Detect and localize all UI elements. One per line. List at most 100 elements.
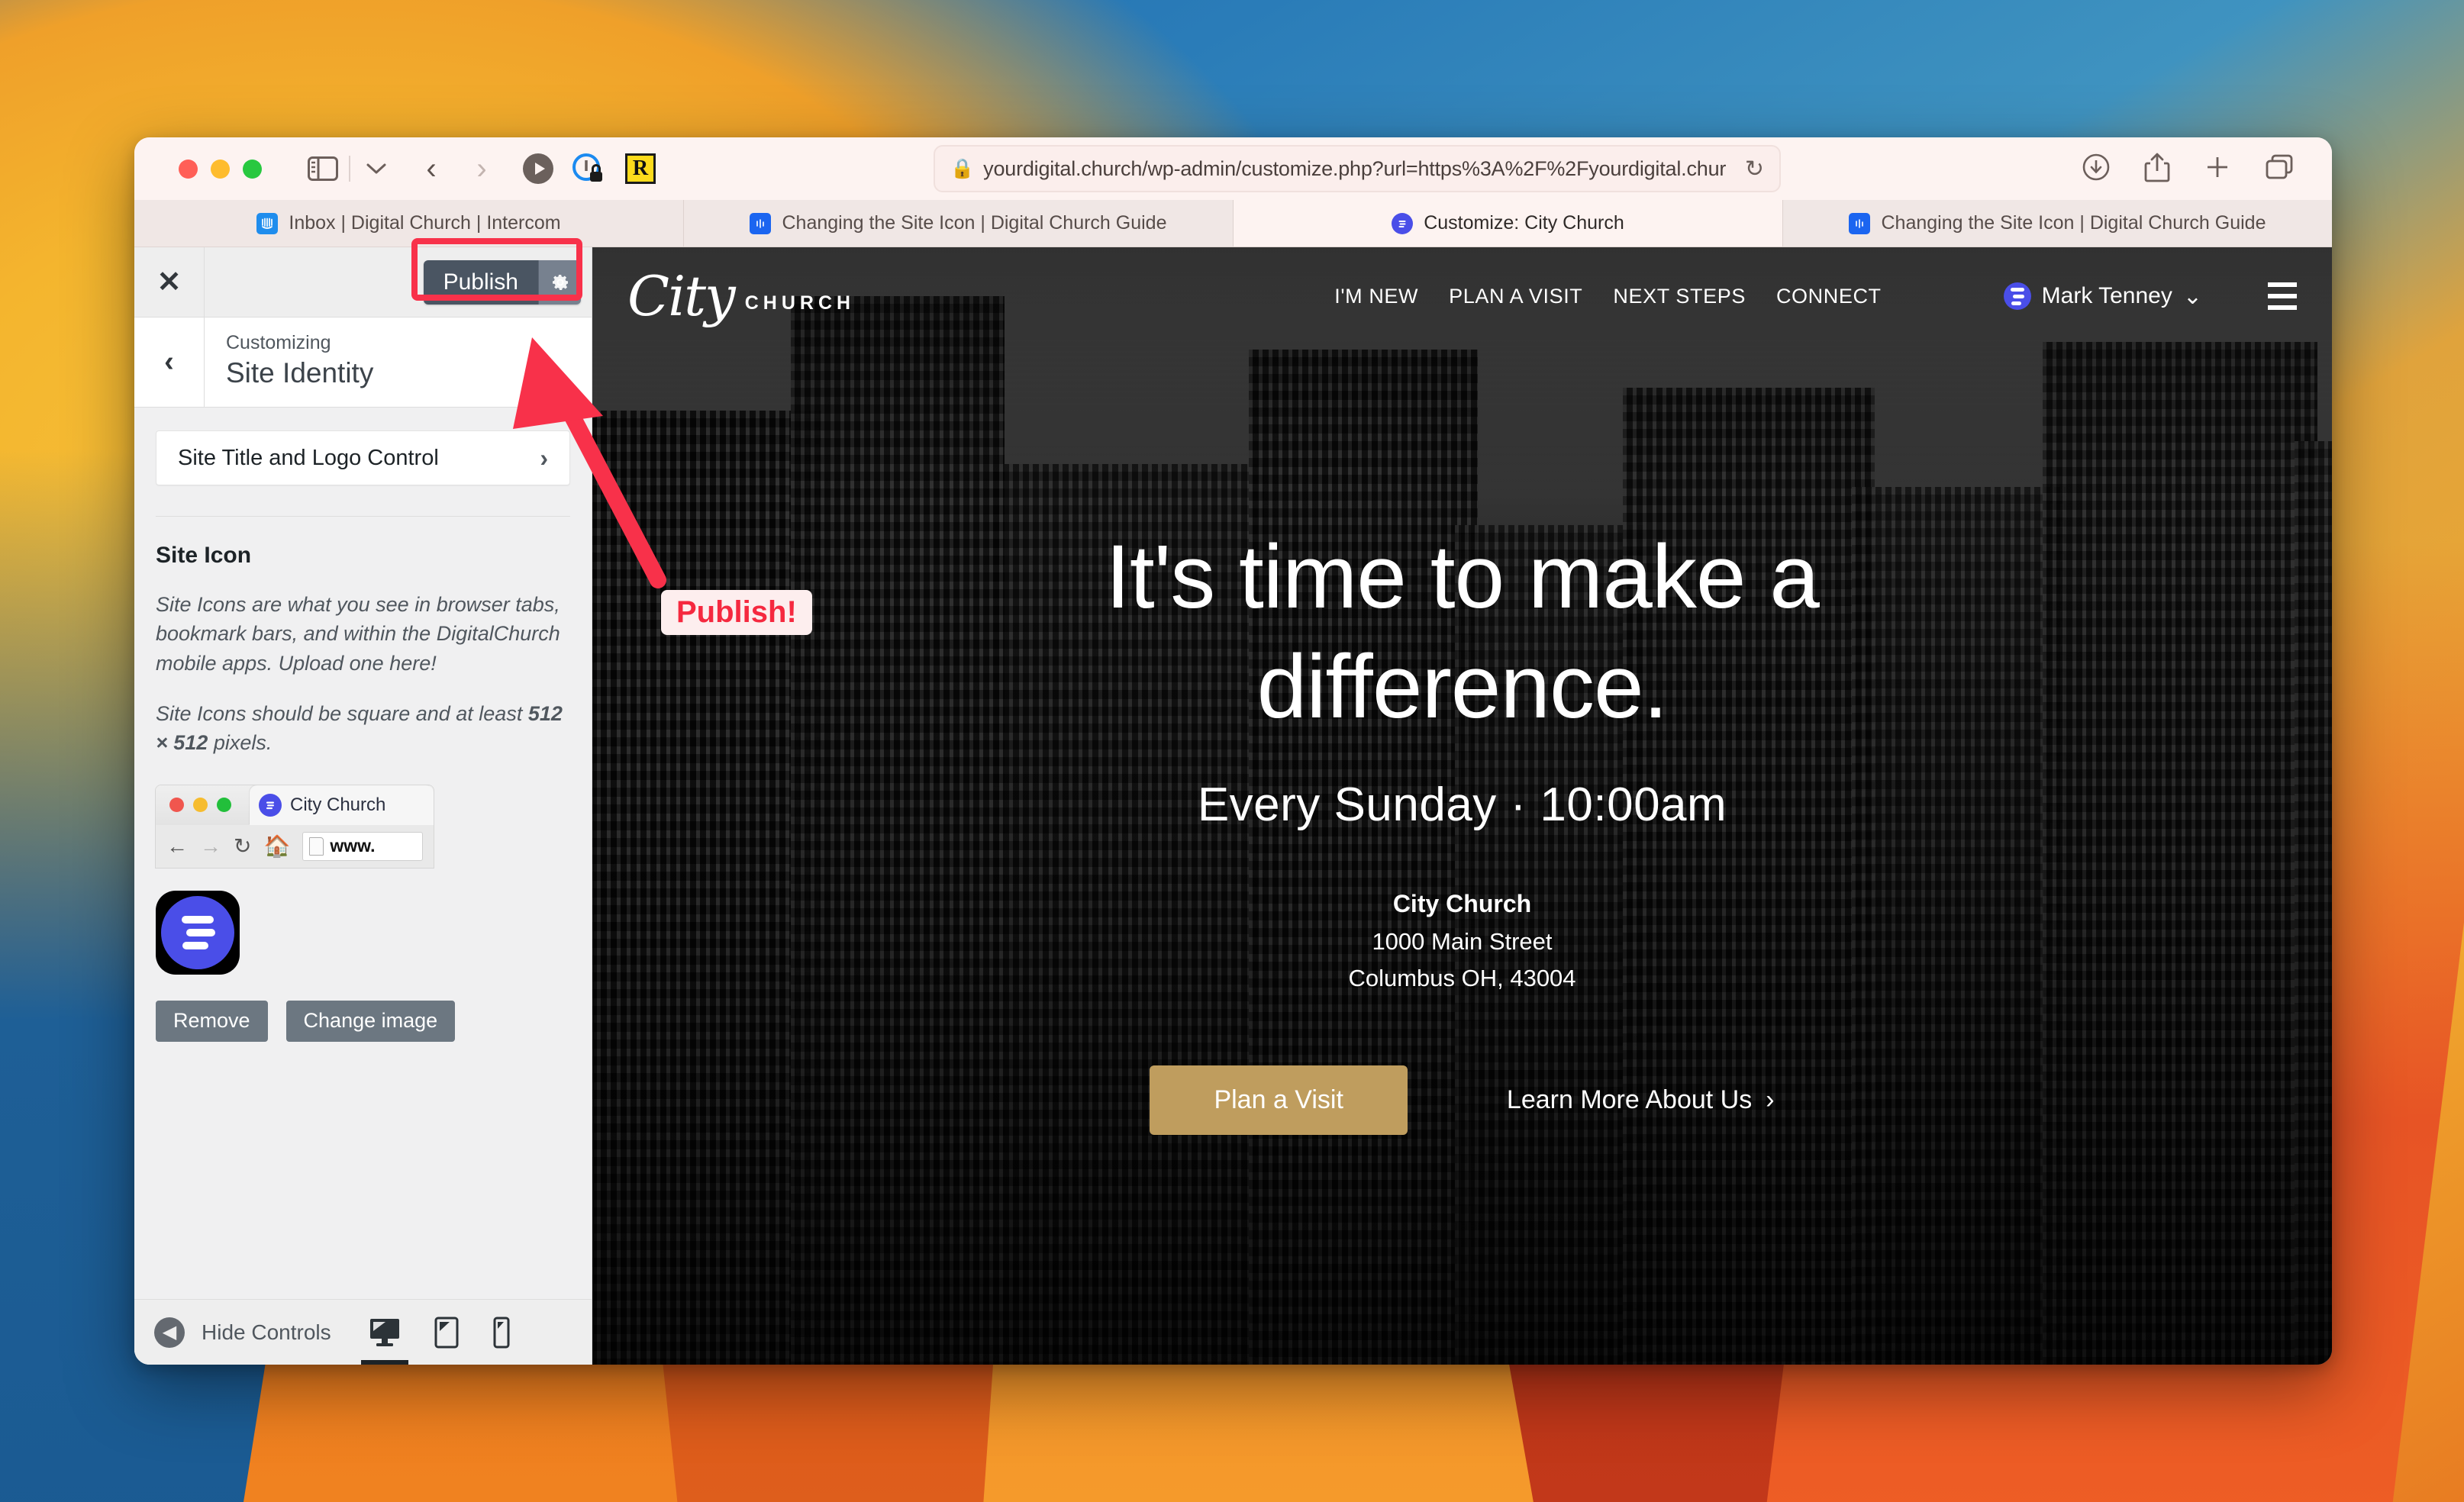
chevron-down-icon[interactable] bbox=[355, 147, 398, 190]
new-tab-icon[interactable] bbox=[2204, 153, 2231, 185]
preview-tab: City Church bbox=[250, 785, 434, 825]
minimize-window-button[interactable] bbox=[211, 159, 230, 179]
customizing-kicker: Customizing bbox=[226, 332, 331, 353]
chevron-down-icon: ⌄ bbox=[2182, 283, 2202, 309]
divider bbox=[156, 516, 570, 517]
digitalchurch-icon bbox=[1392, 212, 1414, 234]
browser-tab[interactable]: Changing the Site Icon | Digital Church … bbox=[1783, 200, 2332, 247]
tab-overview-icon[interactable] bbox=[2265, 153, 2294, 185]
tab-label: Changing the Site Icon | Digital Church … bbox=[1881, 212, 2266, 234]
hero-subhead: Every Sunday · 10:00am bbox=[1197, 778, 1727, 832]
site-icon-desc2-suffix: pixels. bbox=[208, 731, 273, 755]
preview-url-field: www. bbox=[302, 831, 423, 861]
preview-minimize-dot bbox=[193, 798, 208, 813]
back-icon[interactable]: ‹ bbox=[410, 147, 453, 190]
mobile-icon[interactable] bbox=[492, 1317, 511, 1349]
reload-icon[interactable]: ↻ bbox=[1745, 156, 1764, 182]
address-bar[interactable]: 🔒 yourdigital.church/wp-admin/customize.… bbox=[934, 145, 1781, 192]
intercom-icon bbox=[256, 212, 279, 234]
play-icon[interactable] bbox=[523, 153, 553, 184]
downloads-icon[interactable] bbox=[2082, 153, 2111, 185]
guide-icon bbox=[1849, 212, 1871, 234]
lock-icon: 🔒 bbox=[950, 157, 975, 179]
section-link-label: Site Title and Logo Control bbox=[178, 445, 439, 470]
hero-address-block: City Church 1000 Main Street Columbus OH… bbox=[1348, 885, 1575, 997]
plan-a-visit-button[interactable]: Plan a Visit bbox=[1150, 1065, 1408, 1135]
site-navigation: I'M NEW PLAN A VISIT NEXT STEPS CONNECT … bbox=[1334, 282, 2297, 310]
site-icon-app-preview bbox=[156, 890, 240, 975]
extension-icon[interactable]: R bbox=[625, 153, 656, 184]
logo-script-text: City bbox=[627, 263, 736, 328]
site-icon-glyph bbox=[161, 895, 234, 969]
site-preview-frame[interactable]: City CHURCH I'M NEW PLAN A VISIT NEXT ST… bbox=[592, 247, 2332, 1365]
hero-section: It's time to make a difference. Every Su… bbox=[592, 247, 2332, 1365]
publish-button[interactable]: Publish bbox=[423, 259, 538, 305]
learn-more-link[interactable]: Learn More About Us › bbox=[1507, 1085, 1775, 1115]
site-header: City CHURCH I'M NEW PLAN A VISIT NEXT ST… bbox=[592, 247, 2332, 345]
close-customizer-button[interactable]: ✕ bbox=[134, 247, 205, 317]
forward-icon[interactable]: › bbox=[460, 147, 503, 190]
preview-tab-title: City Church bbox=[290, 794, 386, 815]
site-icon-description-2: Site Icons should be square and at least… bbox=[156, 699, 570, 758]
maximize-window-button[interactable] bbox=[243, 159, 262, 179]
site-icon-browser-preview: City Church ← → ↻ 🏠 www. bbox=[156, 785, 434, 868]
site-logo[interactable]: City CHURCH bbox=[627, 263, 856, 328]
toolbar-divider bbox=[349, 156, 350, 182]
preview-tab-row: City Church bbox=[156, 785, 434, 825]
desktop-icon[interactable] bbox=[369, 1317, 401, 1348]
tab-label: Changing the Site Icon | Digital Church … bbox=[782, 212, 1167, 234]
nav-item-im-new[interactable]: I'M NEW bbox=[1334, 285, 1418, 308]
nav-item-connect[interactable]: CONNECT bbox=[1776, 285, 1882, 308]
gear-icon[interactable] bbox=[538, 259, 581, 305]
panel-title: Site Identity bbox=[226, 357, 374, 388]
hero-org-name: City Church bbox=[1392, 890, 1532, 918]
wp-customizer-panel: ✕ Publish ‹ Customizing Site Identity Si… bbox=[134, 238, 592, 1365]
page-icon bbox=[309, 836, 324, 856]
collapse-icon[interactable]: ◀ bbox=[154, 1317, 185, 1348]
share-icon[interactable] bbox=[2144, 152, 2170, 186]
window-traffic-lights[interactable] bbox=[179, 159, 262, 179]
site-icon-actions: Remove Change image bbox=[156, 1000, 570, 1042]
preview-reload-icon: ↻ bbox=[234, 834, 252, 859]
browser-tab-active[interactable]: Customize: City Church bbox=[1234, 200, 1783, 247]
user-name: Mark Tenney bbox=[2041, 283, 2172, 308]
navigation-arrows[interactable]: ‹ › bbox=[410, 147, 503, 190]
icon-bar bbox=[182, 915, 214, 923]
publish-button-group[interactable]: Publish bbox=[423, 259, 581, 305]
device-preview-buttons bbox=[369, 1317, 572, 1349]
browser-tab[interactable]: Inbox | Digital Church | Intercom bbox=[134, 200, 684, 247]
change-image-button[interactable]: Change image bbox=[285, 1000, 456, 1042]
nav-item-plan-a-visit[interactable]: PLAN A VISIT bbox=[1449, 285, 1582, 308]
icon-bar bbox=[186, 928, 215, 936]
url-text: yourdigital.church/wp-admin/customize.ph… bbox=[983, 156, 1727, 180]
back-to-sections-button[interactable]: ‹ bbox=[134, 317, 205, 407]
avatar bbox=[2003, 282, 2031, 310]
customizer-footer: ◀ Hide Controls bbox=[134, 1299, 592, 1365]
site-icon-description-1: Site Icons are what you see in browser t… bbox=[156, 593, 560, 675]
nav-item-next-steps[interactable]: NEXT STEPS bbox=[1613, 285, 1746, 308]
user-menu[interactable]: Mark Tenney ⌄ bbox=[2003, 282, 2202, 310]
preview-close-dot bbox=[169, 798, 184, 813]
hero-headline: It's time to make a difference. bbox=[1105, 527, 1820, 738]
logo-sub-text: CHURCH bbox=[744, 292, 856, 314]
guide-icon bbox=[750, 212, 772, 234]
privacy-report-icon[interactable] bbox=[570, 151, 605, 186]
hide-controls-label[interactable]: Hide Controls bbox=[202, 1320, 331, 1345]
close-window-button[interactable] bbox=[179, 159, 198, 179]
hamburger-icon[interactable] bbox=[2268, 282, 2297, 310]
desktop-background: ‹ › R 🔒 yourdigital.church/wp-admin/cust… bbox=[0, 0, 2464, 1502]
preview-nav-row: ← → ↻ 🏠 www. bbox=[156, 824, 434, 868]
publish-area: Publish bbox=[411, 238, 592, 317]
toolbar-right-actions bbox=[2082, 152, 2294, 186]
tab-label: Customize: City Church bbox=[1424, 212, 1624, 234]
icon-bar bbox=[182, 941, 208, 949]
remove-image-button[interactable]: Remove bbox=[156, 1000, 268, 1042]
sidebar-item-site-title-logo[interactable]: Site Title and Logo Control › bbox=[156, 430, 570, 485]
customizer-header: ‹ Customizing Site Identity bbox=[134, 317, 592, 408]
site-icon-desc2-prefix: Site Icons should be square and at least bbox=[156, 701, 528, 725]
tablet-icon[interactable] bbox=[434, 1317, 459, 1349]
sidebar-icon[interactable] bbox=[302, 147, 344, 190]
site-icon-heading: Site Icon bbox=[156, 543, 252, 568]
customizer-body: Site Title and Logo Control › Site Icon … bbox=[134, 408, 592, 1299]
browser-tab[interactable]: Changing the Site Icon | Digital Church … bbox=[684, 200, 1234, 247]
